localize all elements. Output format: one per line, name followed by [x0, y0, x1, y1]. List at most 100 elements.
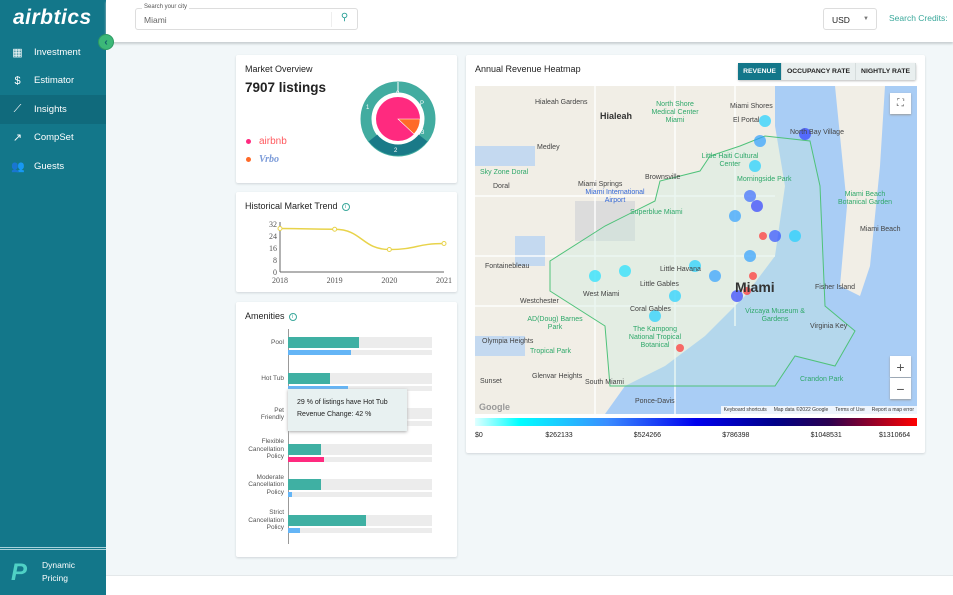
city-search-input[interactable]: Search your city Miami ⚲: [135, 4, 358, 30]
trend-point[interactable]: [277, 226, 283, 231]
listing-pct-bar-track[interactable]: [288, 479, 432, 490]
heatmap-point: [744, 190, 756, 202]
zoom-out-button[interactable]: −: [890, 378, 911, 399]
trend-point[interactable]: [332, 226, 338, 232]
zoom-in-button[interactable]: +: [890, 356, 911, 377]
airbnb-logo-icon: airbnb: [259, 136, 287, 147]
revenue-change-bar-track[interactable]: [288, 456, 432, 462]
x-tick-label: 2020: [381, 276, 397, 285]
revenue-change-bar[interactable]: [288, 456, 324, 462]
vrbo-logo-icon: Vrbo: [259, 154, 280, 165]
currency-value: USD: [832, 15, 850, 25]
trend-point[interactable]: [441, 241, 447, 246]
listing-pct-bar[interactable]: [288, 479, 322, 490]
card-title: Amenities: [245, 311, 285, 321]
map-label: Miami International Airport: [585, 189, 645, 204]
x-tick-label: 2019: [327, 276, 343, 285]
collapse-sidebar-button[interactable]: ‹: [98, 34, 114, 50]
attribution-link[interactable]: Report a map error: [872, 407, 914, 413]
trend-point[interactable]: [386, 247, 392, 252]
amenities-card: Amenities i Pool Hot Tub Pet Friendly Flexibl…: [236, 302, 457, 557]
amenities-axis: [288, 329, 289, 544]
attribution-link[interactable]: Map data ©2022 Google: [774, 407, 829, 413]
listing-pct-bar-track[interactable]: [288, 514, 432, 526]
map-label: Fisher Island: [815, 284, 856, 291]
y-tick-label: 24: [269, 232, 277, 241]
map-label: Vizcaya Museum & Gardens: [745, 308, 805, 323]
listing-pct-bar[interactable]: [288, 443, 322, 455]
revenue-change-bar-track[interactable]: [288, 527, 432, 533]
amenity-label: Flexible Cancellation Policy: [248, 438, 284, 461]
sidebar-item-guests[interactable]: 👥 Guests: [0, 152, 106, 181]
amenity-tooltip: 29 % of listings have Hot Tub Revenue Cha…: [288, 389, 407, 431]
heatmap-point: [759, 115, 771, 127]
listing-pct-bar[interactable]: [288, 514, 366, 526]
revenue-change-bar-track[interactable]: [288, 350, 432, 355]
tab-nightly-rate[interactable]: NIGHTLY RATE: [856, 63, 916, 80]
currency-select[interactable]: USD ▼: [823, 8, 877, 30]
amenity-label: Pool: [270, 339, 284, 347]
tooltip-line: Revenue Change: 42 %: [297, 411, 372, 418]
heatmap-point: [709, 270, 721, 282]
revenue-heatmap-map[interactable]: Hialeah Hialeah Gardens Medley Doral Sky Zon…: [475, 86, 917, 414]
map-label: Doral: [493, 183, 510, 190]
sidebar-item-investment[interactable]: ▦ Investment: [0, 38, 106, 67]
attribution-link[interactable]: Keyboard shortcuts: [724, 407, 767, 413]
revenue-change-bar[interactable]: [288, 492, 293, 497]
info-icon[interactable]: i: [288, 312, 297, 321]
map-label: West Miami: [583, 291, 620, 298]
sidebar-item-insights[interactable]: ⟋ Insights: [0, 95, 106, 124]
y-tick-label: 8: [273, 256, 277, 265]
amenity-label: Hot Tub: [261, 374, 284, 382]
dynamic-pricing-logo-icon: P: [11, 559, 28, 586]
listing-pct-bar[interactable]: [288, 372, 330, 384]
search-icon[interactable]: ⚲: [331, 12, 357, 27]
revenue-change-bar[interactable]: [288, 350, 352, 355]
tooltip-line: 29 % of listings have Hot Tub: [297, 399, 388, 406]
map-label: North Shore Medical Center Miami: [651, 101, 699, 124]
listing-pct-bar-track[interactable]: [288, 443, 432, 455]
listing-pct-bar-track[interactable]: [288, 337, 432, 348]
card-title: Annual Revenue Heatmap: [475, 64, 581, 74]
trend-line-chart: 081624322018 2019 2020 2021: [269, 220, 452, 285]
heatmap-point: [669, 290, 681, 302]
map-label: Sunset: [480, 378, 502, 385]
heatmap-point: [744, 250, 756, 262]
legend-label: $262133: [545, 432, 573, 439]
sidebar: airbtics ▦ Investment $ Estimator ⟋ Insights ↗…: [0, 0, 106, 595]
map-label: Hialeah Gardens: [535, 99, 588, 106]
tab-revenue[interactable]: REVENUE: [738, 63, 782, 80]
map-label: Glenvar Heights: [532, 373, 583, 380]
sidebar-item-label: Insights: [34, 103, 67, 115]
map-label: Fontainebleau: [485, 263, 530, 270]
heatmap-point: [759, 232, 767, 240]
card-title: Market Overview: [245, 64, 313, 74]
sidebar-item-estimator[interactable]: $ Estimator: [0, 67, 106, 96]
sidebar-item-label: Investment: [34, 46, 81, 58]
map-label: The Kampong National Tropical Botanical: [628, 326, 682, 349]
amenity-label: Moderate Cancellation Policy: [248, 473, 284, 496]
topbar: Search your city Miami ⚲ USD ▼ Search Cre…: [106, 0, 953, 42]
market-overview-card: Market Overview 7907 listings airbnb Vrb…: [236, 55, 457, 183]
amenity-label: Strict Cancellation Policy: [248, 509, 284, 532]
heatmap-point: [769, 230, 781, 242]
listing-pct-bar[interactable]: [288, 337, 359, 348]
dollar-icon: $: [14, 74, 21, 87]
y-tick-label: 32: [269, 220, 277, 229]
historical-trend-card: Historical Market Trend i 0 8 16 24 32 2018 201…: [236, 192, 457, 292]
listing-pct-bar-track[interactable]: [288, 372, 432, 384]
revenue-change-bar-track[interactable]: [288, 492, 432, 497]
ring-label: P: [420, 101, 424, 107]
map-label: AD(Doug) Barnes Park: [527, 316, 583, 331]
dynamic-pricing-link[interactable]: P Dynamic Pricing: [0, 547, 106, 595]
people-icon: 👥: [11, 160, 25, 173]
attribution-link[interactable]: Terms of Use: [835, 407, 864, 413]
map-label: Little Havana: [660, 266, 701, 273]
fullscreen-button[interactable]: ⛶: [890, 93, 911, 114]
sidebar-item-compset[interactable]: ↗ CompSet: [0, 124, 106, 153]
listings-count: 7907 listings: [245, 80, 327, 95]
tab-occupancy-rate[interactable]: OCCUPANCY RATE: [781, 63, 857, 80]
footer: [106, 575, 953, 595]
revenue-change-bar[interactable]: [288, 527, 300, 533]
heatmap-point: [729, 210, 741, 222]
